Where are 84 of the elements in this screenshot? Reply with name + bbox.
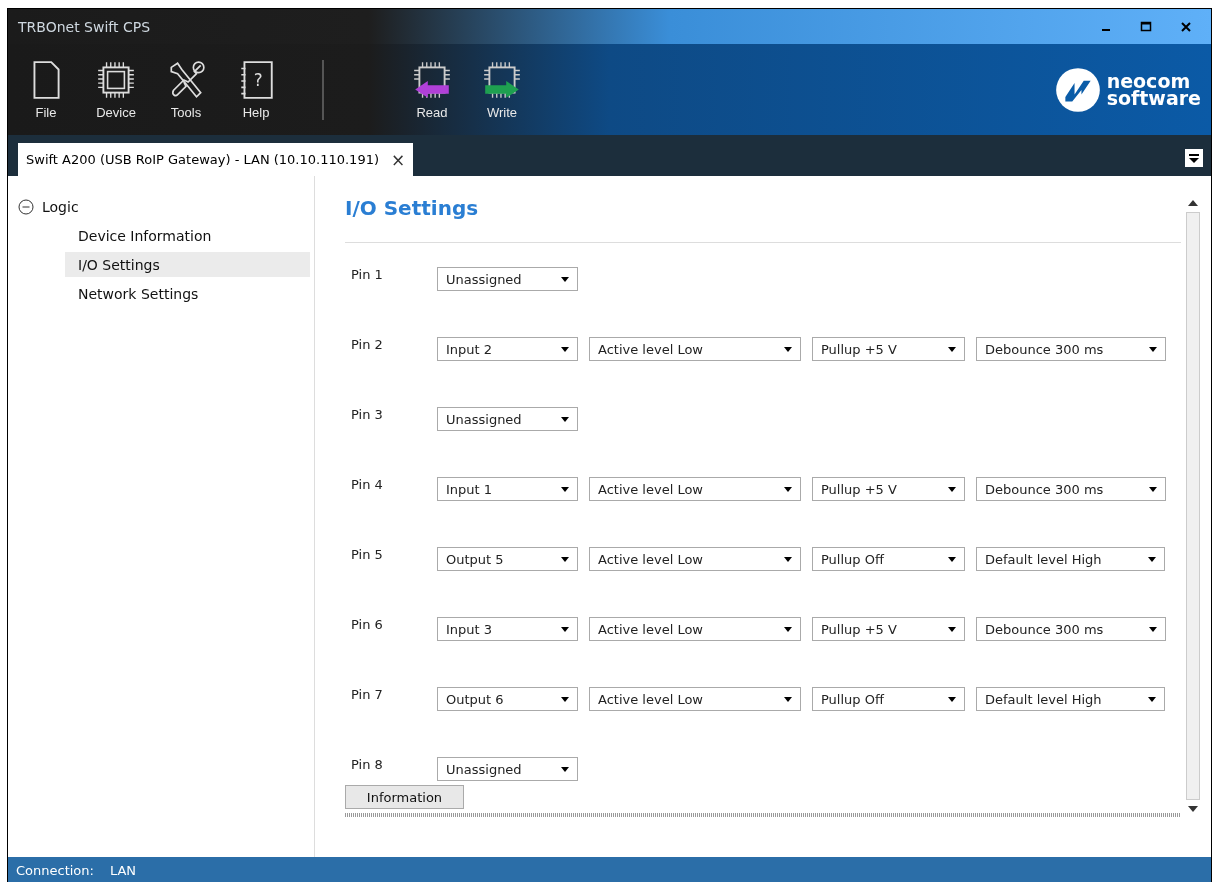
help-button[interactable]: ? Help: [228, 59, 284, 120]
dropdown[interactable]: Pullup Off: [812, 547, 965, 571]
close-icon[interactable]: [1179, 19, 1193, 34]
dropdown-menu-icon[interactable]: [1185, 148, 1203, 167]
collapse-icon[interactable]: [18, 198, 34, 215]
document-tab[interactable]: Swift A200 (USB RoIP Gateway) - LAN (10.10.110.191) ×: [18, 143, 414, 176]
information-button[interactable]: Information: [345, 785, 464, 809]
dropdown[interactable]: Default level High: [976, 687, 1165, 711]
dropdown[interactable]: Input 2: [437, 337, 578, 361]
dropdown[interactable]: Debounce 300 ms: [976, 477, 1167, 501]
caret-icon: [561, 696, 569, 702]
status-value: LAN: [109, 862, 137, 878]
chip-icon: [95, 59, 137, 101]
tree-item[interactable]: Logic: [8, 194, 314, 219]
caret-icon: [948, 696, 956, 702]
pin-label: Pin 7: [350, 687, 384, 702]
caret-icon: [948, 556, 956, 562]
write-button[interactable]: Write: [474, 59, 530, 120]
pin-label: Pin 5: [350, 547, 384, 562]
pin-label: Pin 4: [350, 477, 384, 492]
scroll-down-icon[interactable]: [1188, 806, 1198, 812]
caret-icon: [948, 486, 956, 492]
caret-icon: [948, 626, 956, 632]
caret-icon: [1149, 346, 1158, 352]
caret-icon: [1147, 696, 1156, 702]
close-tab-button[interactable]: ×: [391, 149, 406, 170]
maximize-icon[interactable]: [1139, 19, 1153, 34]
tree-item[interactable]: Device Information: [65, 223, 310, 248]
caret-icon: [784, 346, 792, 352]
caret-icon: [561, 766, 569, 772]
caret-icon: [948, 346, 956, 352]
dropdown[interactable]: Active level Low: [589, 337, 801, 361]
dropdown[interactable]: Output 5: [437, 547, 578, 571]
dropdown[interactable]: Pullup +5 V: [812, 337, 965, 361]
read-button[interactable]: Read: [404, 59, 460, 120]
dropdown[interactable]: Debounce 300 ms: [976, 617, 1167, 641]
logo-text: neocom: [1106, 72, 1191, 90]
status-label: Connection:: [16, 862, 94, 878]
pin-label: Pin 8: [350, 757, 384, 772]
logo-icon: [1054, 66, 1101, 113]
caret-icon: [1149, 486, 1158, 492]
file-button[interactable]: File: [18, 59, 74, 120]
caret-icon: [561, 276, 569, 282]
dropdown[interactable]: Debounce 300 ms: [976, 337, 1167, 361]
chip-right-arrow-icon: [481, 59, 523, 101]
dropdown[interactable]: Active level Low: [589, 547, 801, 571]
dropdown[interactable]: Active level Low: [589, 687, 801, 711]
logo-text: software: [1106, 89, 1201, 107]
dropdown[interactable]: Output 6: [437, 687, 578, 711]
scrollbar-thumb[interactable]: [1186, 212, 1200, 800]
caret-icon: [784, 486, 792, 492]
section-title: I/O Settings: [345, 196, 480, 222]
tree-item[interactable]: I/O Settings: [65, 252, 310, 277]
caret-icon: [784, 556, 792, 562]
dropdown[interactable]: Unassigned: [437, 407, 578, 431]
caret-icon: [784, 696, 792, 702]
caret-icon: [784, 626, 792, 632]
caret-icon: [1147, 556, 1156, 562]
dropdown[interactable]: Input 3: [437, 617, 578, 641]
dropdown[interactable]: Pullup Off: [812, 687, 965, 711]
chip-button[interactable]: Device: [88, 59, 144, 120]
caret-icon: [561, 346, 569, 352]
pin-label: Pin 6: [350, 617, 384, 632]
pin-label: Pin 3: [350, 407, 384, 422]
caret-icon: [561, 486, 569, 492]
caret-icon: [561, 556, 569, 562]
caret-icon: [561, 626, 569, 632]
pin-label: Pin 1: [350, 267, 384, 282]
dropdown[interactable]: Pullup +5 V: [812, 477, 965, 501]
dropdown[interactable]: Default level High: [976, 547, 1165, 571]
chip-left-arrow-icon: [411, 59, 453, 101]
dropdown[interactable]: Active level Low: [589, 477, 801, 501]
caret-icon: [1149, 626, 1158, 632]
dropdown[interactable]: Unassigned: [437, 757, 578, 781]
dropdown[interactable]: Active level Low: [589, 617, 801, 641]
dropdown[interactable]: Pullup +5 V: [812, 617, 965, 641]
dropdown[interactable]: Unassigned: [437, 267, 578, 291]
tools-button[interactable]: Tools: [158, 59, 214, 120]
pin-label: Pin 2: [350, 337, 384, 352]
scroll-up-icon[interactable]: [1188, 200, 1198, 206]
caret-icon: [561, 416, 569, 422]
window-title: TRBOnet Swift CPS: [18, 18, 151, 35]
dropdown[interactable]: Input 1: [437, 477, 578, 501]
tree-item[interactable]: Network Settings: [65, 281, 310, 306]
